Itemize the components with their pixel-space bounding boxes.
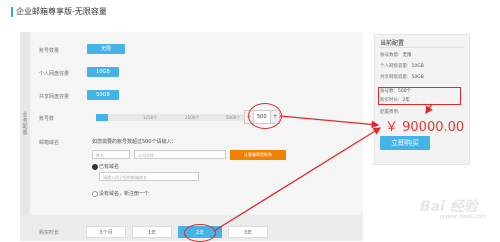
price-value: ￥ 90000.00	[385, 120, 465, 135]
personal-storage-option[interactable]: 10GB	[87, 67, 119, 77]
no-domain-radio[interactable]	[92, 191, 98, 197]
slider-tick-1250: 1250个	[143, 115, 158, 120]
summary-row-accounts: 账号数量: 无限	[380, 53, 412, 58]
no-domain-label: 没有域名，新注册一个	[99, 191, 150, 197]
header-accent-bar	[11, 7, 13, 17]
duration-option-3years[interactable]: 3年	[228, 226, 268, 238]
watermark-sub: jingyan.baidu.com	[440, 214, 487, 220]
company-input[interactable]: 公司名称	[134, 150, 226, 159]
summary-divider	[379, 47, 465, 48]
slider-tick-5000: 5000个	[226, 115, 241, 120]
duration-label: 购买时长	[39, 230, 60, 236]
summary-title: 当前配置	[380, 40, 405, 47]
vertical-tab	[20, 32, 30, 241]
duration-option-3months[interactable]: 3个月	[86, 226, 126, 238]
account-count-slider-fill[interactable]	[96, 114, 108, 121]
annotation-circle-count	[248, 103, 282, 129]
accounts-option-unlimited[interactable]: 无限	[87, 44, 125, 54]
shared-storage-label: 共享网盘容量	[39, 94, 70, 100]
personal-storage-label: 个人网盘容量	[39, 71, 70, 77]
accounts-label: 账号数量	[39, 48, 60, 54]
domain-input[interactable]: 请输入用于您的邮箱域名	[99, 172, 199, 181]
summary-row-shared: 共享网盘容量: 50GB	[380, 75, 424, 80]
annotation-circle-duration	[184, 224, 216, 242]
page-title: 企业邮箱尊享版-无限容量	[16, 7, 107, 16]
watermark: Bai 经验	[420, 199, 478, 215]
summary-row-personal: 个人网盘容量: 10GB	[380, 64, 424, 69]
contact-service-button[interactable]: 让客服帮您联系	[230, 150, 286, 160]
domain-label: 邮箱域名	[39, 140, 60, 146]
fee-label: 配置费用:	[380, 110, 400, 115]
has-domain-radio[interactable]	[92, 164, 98, 170]
name-input[interactable]: 姓名	[92, 150, 130, 159]
duration-option-1year[interactable]: 1年	[132, 226, 172, 238]
annotation-box-summary	[378, 87, 461, 105]
domain-note: 如您需要的帐号数超过500个请输入：	[92, 139, 177, 145]
shared-storage-option[interactable]: 50GB	[87, 90, 119, 100]
has-domain-label: 已有域名	[99, 164, 120, 170]
vertical-tab-label: 业务配置	[22, 112, 28, 136]
buy-now-button[interactable]: 立即购买	[380, 136, 430, 150]
account-count-label: 账号数	[39, 116, 55, 122]
config-panel	[20, 32, 363, 241]
slider-tick-2500: 2500个	[185, 115, 200, 120]
